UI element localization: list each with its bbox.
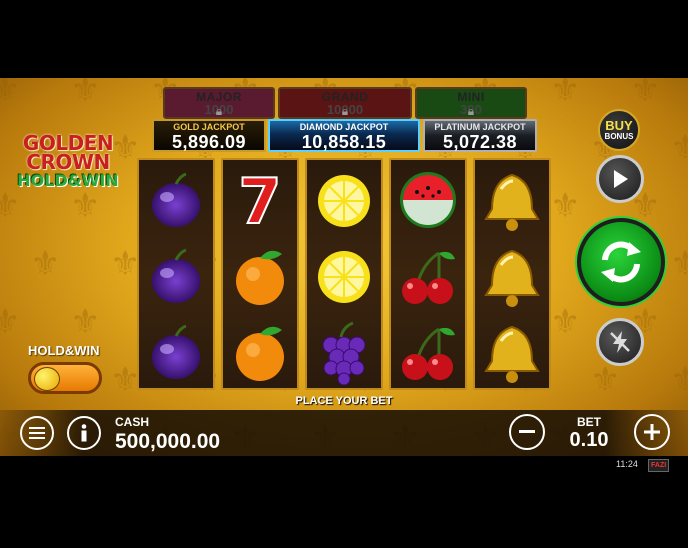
watermelon-symbol bbox=[391, 162, 465, 238]
lemon-icon bbox=[318, 175, 370, 227]
lemon-icon bbox=[318, 251, 370, 303]
jackpot-mini-locked: MINI 300 🔒︎ bbox=[415, 87, 527, 119]
menu-button[interactable] bbox=[20, 416, 54, 450]
game-stage: ⚜⚜⚜⚜⚜⚜⚜⚜⚜⚜⚜⚜⚜⚜⚜⚜⚜⚜⚜⚜⚜⚜⚜⚜⚜⚜⚜⚜⚜⚜⚜⚜⚜⚜⚜⚜⚜⚜⚜⚜… bbox=[0, 78, 688, 456]
bell-symbol bbox=[475, 162, 549, 238]
fleur-de-lis-icon: ⚜ bbox=[670, 244, 688, 284]
buy-bonus-sublabel: BONUS bbox=[604, 131, 634, 141]
clock: 11:24 bbox=[616, 459, 638, 469]
jackpot-platinum-value: 5,072.38 bbox=[442, 132, 518, 152]
bell-symbol bbox=[475, 238, 549, 314]
plus-icon bbox=[644, 424, 660, 440]
hold-win-label: HOLD&WIN bbox=[28, 343, 100, 358]
seven-icon: 7 bbox=[237, 167, 282, 233]
logo-text-holdwin: HOLD&WIN bbox=[17, 171, 119, 190]
toggle-knob bbox=[34, 367, 60, 391]
bet-value: 0.10 bbox=[569, 429, 609, 451]
cherries-icon bbox=[402, 327, 455, 380]
fleur-de-lis-icon: ⚜ bbox=[70, 186, 101, 226]
bell-icon bbox=[484, 249, 540, 307]
bell-symbol bbox=[475, 314, 549, 390]
fleur-de-lis-icon: ⚜ bbox=[550, 186, 581, 226]
autoplay-button[interactable] bbox=[596, 155, 644, 203]
cherries-symbol bbox=[391, 238, 465, 314]
fleur-de-lis-icon: ⚜ bbox=[670, 360, 688, 400]
info-button[interactable] bbox=[67, 416, 101, 450]
buy-bonus-button[interactable]: BUY BONUS bbox=[598, 109, 640, 151]
grapes-icon bbox=[322, 321, 366, 385]
plum-symbol bbox=[139, 238, 213, 314]
orange-symbol bbox=[223, 238, 297, 314]
turbo-button[interactable] bbox=[596, 318, 644, 366]
jackpot-gold-value: 5,896.09 bbox=[171, 132, 247, 152]
reel-1 bbox=[137, 158, 215, 390]
logo-text-crown: CROWN bbox=[26, 150, 110, 174]
lock-icon: 🔒︎ bbox=[215, 104, 223, 118]
hold-win-toggle[interactable] bbox=[28, 362, 102, 394]
reel-3 bbox=[305, 158, 383, 390]
spin-button[interactable] bbox=[577, 218, 665, 306]
fleur-de-lis-icon: ⚜ bbox=[70, 78, 101, 110]
reel-4 bbox=[389, 158, 467, 390]
svg-text:7: 7 bbox=[238, 167, 281, 233]
spin-arrows-icon bbox=[601, 241, 641, 283]
cash-label: CASH bbox=[115, 415, 150, 429]
play-icon bbox=[614, 170, 628, 188]
bet-label: BET bbox=[577, 415, 601, 429]
watermelon-icon bbox=[400, 172, 456, 228]
jackpot-diamond-value: 10,858.15 bbox=[301, 132, 387, 152]
fleur-de-lis-icon: ⚜ bbox=[30, 244, 61, 284]
seven-symbol: 7 bbox=[223, 162, 297, 238]
brand-logo: FAZI bbox=[648, 459, 670, 472]
fleur-de-lis-icon: ⚜ bbox=[0, 302, 21, 342]
fleur-de-lis-icon: ⚜ bbox=[110, 360, 141, 400]
game-logo: GOLDEN CROWN HOLD&WIN bbox=[8, 133, 128, 190]
cherries-icon bbox=[402, 251, 455, 304]
fleur-de-lis-icon: ⚜ bbox=[550, 302, 581, 342]
jackpot-grand-locked: GRAND 10000 🔒︎ bbox=[278, 87, 412, 119]
buy-bonus-label: BUY bbox=[605, 117, 633, 133]
plum-icon bbox=[152, 248, 200, 303]
fleur-de-lis-icon: ⚜ bbox=[110, 244, 141, 284]
reel-5 bbox=[473, 158, 551, 390]
orange-symbol bbox=[223, 314, 297, 390]
minus-icon bbox=[519, 430, 535, 433]
cherries-symbol bbox=[391, 314, 465, 390]
lemon-symbol bbox=[307, 238, 381, 314]
reel-2: 7 bbox=[221, 158, 299, 390]
info-icon bbox=[81, 424, 87, 442]
plum-symbol bbox=[139, 314, 213, 390]
fleur-de-lis-icon: ⚜ bbox=[630, 78, 661, 110]
plum-symbol bbox=[139, 162, 213, 238]
bet-decrease-button[interactable] bbox=[509, 414, 545, 450]
cash-value: 500,000.00 bbox=[115, 430, 221, 453]
grapes-symbol bbox=[307, 314, 381, 390]
jackpot-gold: GOLD JACKPOT 5,896.09 bbox=[152, 119, 266, 152]
plum-icon bbox=[152, 172, 200, 227]
lock-icon: 🔒︎ bbox=[341, 104, 349, 118]
fleur-de-lis-icon: ⚜ bbox=[70, 302, 101, 342]
fleur-de-lis-icon: ⚜ bbox=[590, 360, 621, 400]
bell-icon bbox=[484, 173, 540, 231]
jackpot-major-locked: MAJOR 1000 🔒︎ bbox=[163, 87, 275, 119]
orange-icon bbox=[236, 250, 284, 305]
lemon-symbol bbox=[307, 162, 381, 238]
fleur-de-lis-icon: ⚜ bbox=[0, 78, 21, 110]
status-message: PLACE YOUR BET bbox=[295, 395, 393, 407]
fleur-de-lis-icon: ⚜ bbox=[670, 128, 688, 168]
hamburger-icon bbox=[29, 427, 45, 439]
orange-icon bbox=[236, 326, 284, 381]
bet-increase-button[interactable] bbox=[634, 414, 670, 450]
bell-icon bbox=[484, 325, 540, 383]
lightning-off-icon bbox=[610, 331, 630, 353]
bottom-bar: CASH 500,000.00 BET 0.10 bbox=[0, 410, 688, 456]
plum-icon bbox=[152, 324, 200, 379]
jackpot-diamond: DIAMOND JACKPOT 10,858.15 bbox=[268, 119, 420, 152]
fleur-de-lis-icon: ⚜ bbox=[550, 78, 581, 110]
jackpot-platinum: PLATINUM JACKPOT 5,072.38 bbox=[423, 119, 537, 152]
fleur-de-lis-icon: ⚜ bbox=[0, 186, 21, 226]
lock-icon: 🔒︎ bbox=[467, 104, 475, 118]
